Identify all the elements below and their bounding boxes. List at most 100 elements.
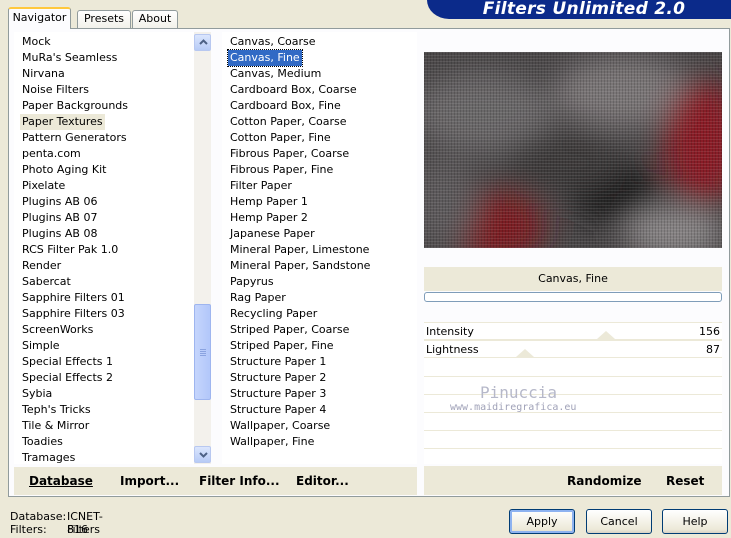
filter-item[interactable]: Wallpaper, Coarse	[230, 418, 330, 434]
category-item[interactable]: RCS Filter Pak 1.0	[22, 242, 118, 258]
filter-item[interactable]: Striped Paper, Fine	[230, 338, 334, 354]
tab-about[interactable]: About	[132, 10, 178, 28]
category-item[interactable]: Tramages	[22, 450, 75, 464]
filter-item[interactable]: Cardboard Box, Coarse	[230, 82, 357, 98]
cancel-button[interactable]: Cancel	[586, 509, 652, 534]
category-item[interactable]: Noise Filters	[22, 82, 89, 98]
filter-item[interactable]: Cardboard Box, Fine	[230, 98, 341, 114]
param-label: Lightness	[426, 343, 479, 356]
help-button[interactable]: Help	[662, 509, 728, 534]
database-button[interactable]: Database	[29, 474, 93, 488]
param-value: 87	[706, 343, 720, 356]
category-item[interactable]: Paper Backgrounds	[22, 98, 128, 114]
selected-filter-name: Canvas, Fine	[424, 267, 722, 291]
chevron-up-icon	[199, 39, 208, 45]
category-item[interactable]: Special Effects 2	[22, 370, 113, 386]
filter-item[interactable]: Mineral Paper, Limestone	[230, 242, 369, 258]
status-filters-label: Filters:	[10, 523, 47, 536]
filter-item[interactable]: Canvas, Fine	[227, 49, 303, 67]
param-row-empty	[424, 377, 722, 395]
editor-button[interactable]: Editor...	[296, 474, 349, 488]
filter-item[interactable]: Recycling Paper	[230, 306, 317, 322]
param-row-empty	[424, 413, 722, 431]
filter-item[interactable]: Wallpaper, Fine	[230, 434, 314, 450]
category-item[interactable]: Simple	[22, 338, 60, 354]
parameter-panel: Intensity 156 Lightness 87	[424, 322, 722, 467]
filter-item[interactable]: Canvas, Coarse	[230, 34, 316, 50]
filter-item[interactable]: Cotton Paper, Coarse	[230, 114, 347, 130]
category-item[interactable]: MuRa's Seamless	[22, 50, 117, 66]
status-filters-value: 816	[67, 523, 88, 536]
filter-item[interactable]: Japanese Paper	[230, 226, 315, 242]
chevron-down-icon	[199, 452, 208, 458]
category-item[interactable]: Pixelate	[22, 178, 65, 194]
category-item[interactable]: Plugins AB 07	[22, 210, 97, 226]
category-item[interactable]: Plugins AB 06	[22, 194, 97, 210]
lightness-slider-marker[interactable]	[516, 349, 534, 357]
category-item[interactable]: ScreenWorks	[22, 322, 93, 338]
filter-item[interactable]: Papyrus	[230, 274, 274, 290]
category-item[interactable]: Plugins AB 08	[22, 226, 97, 242]
category-item[interactable]: Sapphire Filters 01	[22, 290, 125, 306]
preview-image	[424, 52, 722, 248]
category-item[interactable]: Render	[22, 258, 61, 274]
filter-item[interactable]: Mineral Paper, Sandstone	[230, 258, 370, 274]
reset-button[interactable]: Reset	[666, 474, 704, 488]
scroll-down-button[interactable]	[194, 446, 211, 463]
filter-item[interactable]: Cotton Paper, Fine	[230, 130, 331, 146]
scroll-thumb[interactable]	[194, 304, 211, 400]
category-scrollbar[interactable]	[194, 32, 211, 464]
category-item[interactable]: penta.com	[22, 146, 81, 162]
app-title-banner: Filters Unlimited 2.0	[427, 0, 731, 19]
watermark-name: Pinuccia	[480, 383, 558, 402]
tab-presets[interactable]: Presets	[77, 10, 131, 28]
filter-item[interactable]: Rag Paper	[230, 290, 286, 306]
app-title: Filters Unlimited 2.0	[482, 0, 686, 19]
filter-item[interactable]: Structure Paper 3	[230, 386, 326, 402]
status-database-label: Database:	[10, 510, 67, 523]
param-row-empty	[424, 449, 722, 467]
category-item[interactable]: Mock	[22, 34, 51, 50]
param-row-empty	[424, 431, 722, 449]
param-row-lightness[interactable]: Lightness 87	[424, 340, 722, 358]
filter-item[interactable]: Structure Paper 4	[230, 402, 326, 418]
filter-item[interactable]: Hemp Paper 2	[230, 210, 308, 226]
filter-item[interactable]: Fibrous Paper, Fine	[230, 162, 333, 178]
filter-item[interactable]: Fibrous Paper, Coarse	[230, 146, 349, 162]
filter-item[interactable]: Hemp Paper 1	[230, 194, 308, 210]
status-filters: Filters: 816	[10, 523, 88, 536]
import-button[interactable]: Import...	[120, 474, 179, 488]
status-database: Database: ICNET-Filters	[10, 510, 103, 536]
category-item[interactable]: Toadies	[22, 434, 63, 450]
category-item[interactable]: Paper Textures	[20, 114, 105, 130]
category-item[interactable]: Tile & Mirror	[22, 418, 89, 434]
param-label: Intensity	[426, 325, 474, 338]
filter-item[interactable]: Filter Paper	[230, 178, 292, 194]
randomize-button[interactable]: Randomize	[567, 474, 641, 488]
intensity-slider-marker[interactable]	[597, 331, 615, 339]
param-row-intensity[interactable]: Intensity 156	[424, 322, 722, 340]
filter-item[interactable]: Striped Paper, Coarse	[230, 322, 349, 338]
filter-item[interactable]: Canvas, Medium	[230, 66, 321, 82]
category-item[interactable]: Pattern Generators	[22, 130, 127, 146]
filter-item[interactable]: Structure Paper 2	[230, 370, 326, 386]
category-list[interactable]: Mock MuRa's Seamless Nirvana Noise Filters P…	[14, 32, 211, 464]
category-item[interactable]: Teph's Tricks	[22, 402, 91, 418]
tab-navigator[interactable]: Navigator	[8, 7, 71, 29]
category-item[interactable]: Sapphire Filters 03	[22, 306, 125, 322]
category-item[interactable]: Photo Aging Kit	[22, 162, 106, 178]
category-item[interactable]: Nirvana	[22, 66, 65, 82]
category-item[interactable]: Sabercat	[22, 274, 71, 290]
list-toolbar: Database Import... Filter Info... Editor…	[14, 467, 417, 495]
param-row-empty	[424, 359, 722, 377]
param-value: 156	[699, 325, 720, 338]
filter-item[interactable]: Structure Paper 1	[230, 354, 326, 370]
progress-bar	[424, 292, 722, 302]
watermark-site: www.maidiregrafica.eu	[450, 402, 577, 413]
apply-button[interactable]: Apply	[509, 509, 575, 534]
category-item[interactable]: Special Effects 1	[22, 354, 113, 370]
category-item[interactable]: Sybia	[22, 386, 52, 402]
filter-info-button[interactable]: Filter Info...	[199, 474, 280, 488]
scroll-up-button[interactable]	[194, 34, 211, 51]
filter-list[interactable]: Canvas, Coarse Canvas, Fine Canvas, Medium…	[222, 32, 417, 464]
